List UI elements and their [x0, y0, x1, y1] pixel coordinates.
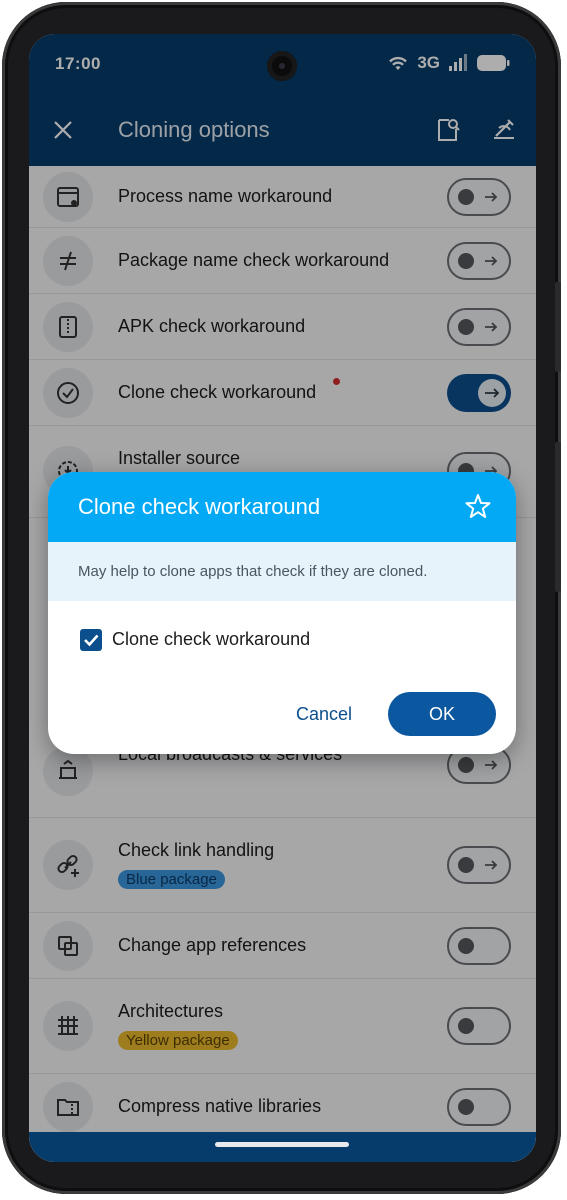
volume-button — [555, 442, 561, 592]
checkmark-icon — [84, 634, 99, 647]
power-button — [555, 282, 561, 372]
dialog-message: May help to clone apps that check if the… — [48, 542, 516, 601]
checkbox-label[interactable]: Clone check workaround — [112, 629, 310, 650]
screen: 17:00 3G Cloning options Process name wo — [29, 34, 536, 1162]
navigation-bar — [29, 1132, 536, 1162]
clone-check-dialog: Clone check workaround May help to clone… — [48, 472, 516, 754]
checkbox[interactable] — [80, 629, 102, 651]
dialog-header: Clone check workaround — [48, 472, 516, 542]
dialog-title: Clone check workaround — [78, 494, 321, 519]
cancel-button[interactable]: Cancel — [284, 692, 364, 736]
home-handle[interactable] — [215, 1142, 349, 1147]
star-icon[interactable] — [464, 492, 492, 520]
dialog-message-text: May help to clone apps that check if the… — [78, 563, 428, 580]
phone-frame: 17:00 3G Cloning options Process name wo — [2, 2, 561, 1194]
ok-button[interactable]: OK — [388, 692, 496, 736]
